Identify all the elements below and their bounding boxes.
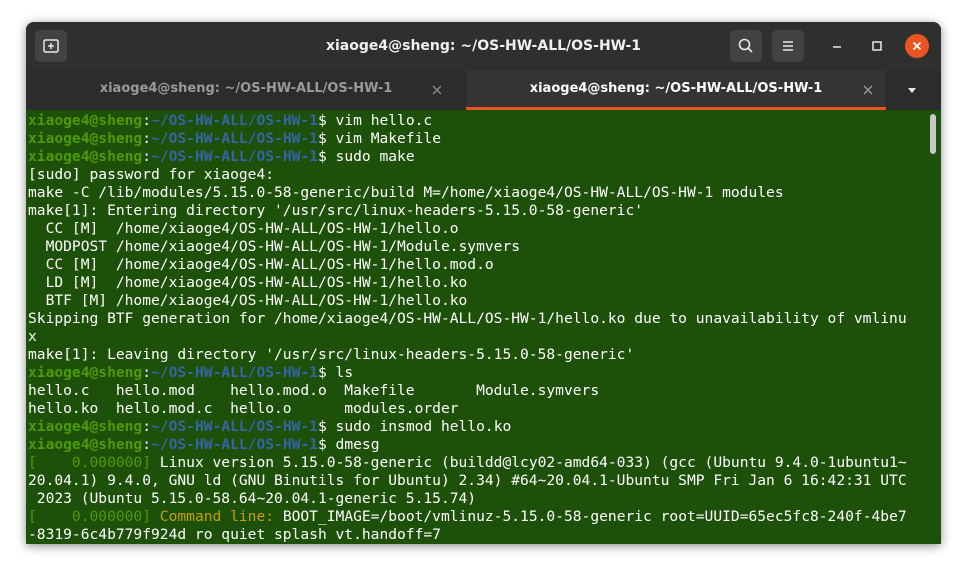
- tab-terminal-2[interactable]: xiaoge4@sheng: ~/OS-HW-ALL/OS-HW-1: [466, 70, 886, 110]
- output-line: Skipping BTF generation for /home/xiaoge…: [28, 310, 907, 327]
- hamburger-menu-icon: [783, 41, 793, 51]
- prompt-user: xiaoge4@sheng: [28, 364, 143, 381]
- dmesg-line: [ 0.000000] Linux version 5.15.0-58-gene…: [28, 454, 933, 472]
- scrollbar-thumb[interactable]: [930, 114, 936, 154]
- terminal-line: xiaoge4@sheng:~/OS-HW-ALL/OS-HW-1$ sudo …: [28, 148, 933, 166]
- output-line: CC [M] /home/xiaoge4/OS-HW-ALL/OS-HW-1/h…: [28, 256, 494, 273]
- output-line: 20.04.1) 9.4.0, GNU ld (GNU Binutils for…: [28, 472, 907, 489]
- output-line: make[1]: Entering directory '/usr/src/li…: [28, 202, 644, 219]
- output-line: hello.c hello.mod hello.mod.o Makefile M…: [28, 382, 600, 399]
- maximize-icon: [872, 41, 882, 51]
- prompt-user: xiaoge4@sheng: [28, 148, 143, 165]
- prompt-user: xiaoge4@sheng: [28, 112, 143, 129]
- command-text: vim hello.c: [335, 112, 433, 129]
- output-line: BTF [M] /home/xiaoge4/OS-HW-ALL/OS-HW-1/…: [28, 292, 468, 309]
- output-line: [sudo] password for xiaoge4:: [28, 166, 275, 183]
- output-line: hello.ko hello.mod.c hello.o modules.ord…: [28, 400, 459, 417]
- terminal-window: xiaoge4@sheng: ~/OS-HW-ALL/OS-HW-1 xiaog…: [26, 22, 941, 544]
- prompt-user: xiaoge4@sheng: [28, 418, 143, 435]
- prompt-sep: :: [142, 418, 152, 435]
- prompt-path: ~/OS-HW-ALL/OS-HW-1: [151, 148, 318, 165]
- command-text: dmesg: [335, 436, 380, 453]
- close-window-button[interactable]: [905, 34, 929, 58]
- title-bar[interactable]: xiaoge4@sheng: ~/OS-HW-ALL/OS-HW-1: [26, 22, 941, 70]
- minimize-icon: [833, 46, 841, 48]
- output-line: CC [M] /home/xiaoge4/OS-HW-ALL/OS-HW-1/h…: [28, 220, 459, 237]
- terminal-line: xiaoge4@sheng:~/OS-HW-ALL/OS-HW-1$ sudo …: [28, 418, 933, 436]
- output-line: 2023 (Ubuntu 5.15.0-58.64~20.04.1-generi…: [28, 490, 477, 507]
- dmesg-text: Linux version 5.15.0-58-generic (buildd@…: [151, 454, 907, 471]
- prompt-sep: :: [142, 130, 152, 147]
- chevron-down-icon[interactable]: [906, 84, 918, 96]
- terminal-line: xiaoge4@sheng:~/OS-HW-ALL/OS-HW-1$ dmesg: [28, 436, 933, 454]
- terminal-line: xiaoge4@sheng:~/OS-HW-ALL/OS-HW-1$ vim M…: [28, 130, 933, 148]
- dmesg-timestamp: [ 0.000000]: [28, 454, 152, 471]
- minimize-button[interactable]: [825, 34, 849, 58]
- prompt-symbol: $: [317, 364, 336, 381]
- dmesg-timestamp: [ 0.000000]: [28, 508, 152, 525]
- output-line: MODPOST /home/xiaoge4/OS-HW-ALL/OS-HW-1/…: [28, 238, 521, 255]
- command-text: ls: [335, 364, 354, 381]
- terminal-line: xiaoge4@sheng:~/OS-HW-ALL/OS-HW-1$ ls: [28, 364, 933, 382]
- tab-terminal-1[interactable]: xiaoge4@sheng: ~/OS-HW-ALL/OS-HW-1: [26, 70, 466, 110]
- search-icon: [738, 38, 753, 53]
- tab-label: xiaoge4@sheng: ~/OS-HW-ALL/OS-HW-1: [99, 81, 393, 96]
- search-button[interactable]: [730, 30, 762, 62]
- prompt-path: ~/OS-HW-ALL/OS-HW-1: [151, 364, 318, 381]
- prompt-sep: :: [142, 112, 152, 129]
- prompt-user: xiaoge4@sheng: [28, 130, 143, 147]
- prompt-sep: :: [142, 364, 152, 381]
- close-icon[interactable]: [431, 84, 443, 96]
- close-icon[interactable]: [862, 84, 874, 96]
- output-line: -8319-6c4b779f924d ro quiet splash vt.ha…: [28, 526, 441, 543]
- prompt-path: ~/OS-HW-ALL/OS-HW-1: [151, 130, 318, 147]
- output-line: make -C /lib/modules/5.15.0-58-generic/b…: [28, 184, 784, 201]
- prompt-user: xiaoge4@sheng: [28, 436, 143, 453]
- prompt-path: ~/OS-HW-ALL/OS-HW-1: [151, 418, 318, 435]
- prompt-symbol: $: [317, 130, 336, 147]
- terminal-line: xiaoge4@sheng:~/OS-HW-ALL/OS-HW-1$ vim h…: [28, 112, 933, 130]
- prompt-sep: :: [142, 148, 152, 165]
- output-line: x: [28, 328, 37, 345]
- terminal-output[interactable]: xiaoge4@sheng:~/OS-HW-ALL/OS-HW-1$ vim h…: [26, 110, 941, 544]
- new-tab-button[interactable]: [35, 30, 67, 62]
- close-icon: [912, 41, 922, 51]
- output-line: LD [M] /home/xiaoge4/OS-HW-ALL/OS-HW-1/h…: [28, 274, 468, 291]
- dmesg-line: [ 0.000000] Command line: BOOT_IMAGE=/bo…: [28, 508, 933, 526]
- prompt-symbol: $: [317, 436, 336, 453]
- prompt-path: ~/OS-HW-ALL/OS-HW-1: [151, 112, 318, 129]
- dmesg-key: Command line:: [151, 508, 275, 525]
- tab-label: xiaoge4@sheng: ~/OS-HW-ALL/OS-HW-1: [529, 81, 823, 96]
- output-line: make[1]: Leaving directory '/usr/src/lin…: [28, 346, 635, 363]
- menu-button[interactable]: [772, 30, 804, 62]
- prompt-symbol: $: [317, 418, 336, 435]
- tab-bar: xiaoge4@sheng: ~/OS-HW-ALL/OS-HW-1 xiaog…: [26, 70, 941, 110]
- command-text: vim Makefile: [335, 130, 441, 147]
- maximize-button[interactable]: [865, 34, 889, 58]
- dmesg-text: BOOT_IMAGE=/boot/vmlinuz-5.15.0-58-gener…: [274, 508, 907, 525]
- prompt-path: ~/OS-HW-ALL/OS-HW-1: [151, 436, 318, 453]
- prompt-symbol: $: [317, 148, 336, 165]
- prompt-sep: :: [142, 436, 152, 453]
- prompt-symbol: $: [317, 112, 336, 129]
- command-text: sudo insmod hello.ko: [335, 418, 512, 435]
- new-tab-icon: [43, 39, 59, 53]
- command-text: sudo make: [335, 148, 415, 165]
